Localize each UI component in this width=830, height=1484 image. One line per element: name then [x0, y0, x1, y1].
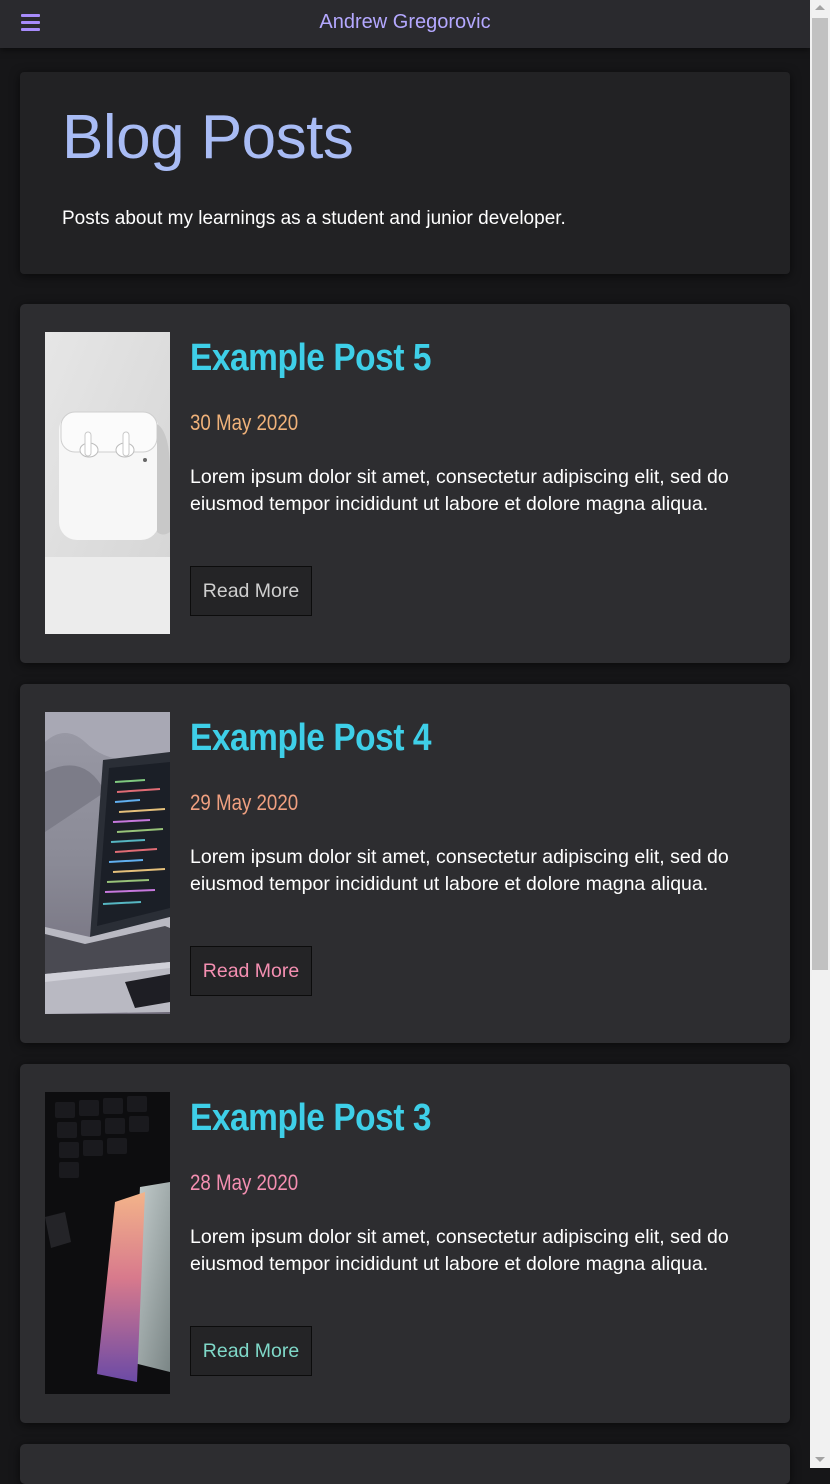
- post-thumbnail-phone[interactable]: [45, 1092, 170, 1394]
- scrollbar-thumb[interactable]: [812, 18, 828, 970]
- post-title[interactable]: Example Post 4: [190, 717, 431, 760]
- blog-header: Blog Posts Posts about my learnings as a…: [20, 72, 790, 274]
- page-title: Blog Posts: [62, 103, 354, 172]
- read-more-button[interactable]: Read More: [190, 566, 312, 616]
- post-card: Example Post 3 28 May 2020 Lorem ipsum d…: [20, 1064, 790, 1423]
- site-title[interactable]: Andrew Gregorovic: [0, 11, 810, 34]
- post-thumbnail-airpods[interactable]: [45, 332, 170, 634]
- post-card: Example Post 5 30 May 2020 Lorem ipsum d…: [20, 304, 790, 663]
- page-subtitle: Posts about my learnings as a student an…: [62, 208, 566, 229]
- post-title[interactable]: Example Post 5: [190, 337, 431, 380]
- post-thumbnail-laptop[interactable]: [45, 712, 170, 1014]
- post-excerpt: Lorem ipsum dolor sit amet, consectetur …: [190, 846, 729, 895]
- post-card-partial: [20, 1444, 790, 1484]
- post-card: Example Post 4 29 May 2020 Lorem ipsum d…: [20, 684, 790, 1043]
- post-excerpt: Lorem ipsum dolor sit amet, consectetur …: [190, 1226, 729, 1275]
- top-navbar: Andrew Gregorovic: [0, 0, 810, 48]
- post-date: 28 May 2020: [190, 1170, 299, 1195]
- scroll-down-arrow-icon[interactable]: [815, 1457, 825, 1462]
- post-excerpt: Lorem ipsum dolor sit amet, consectetur …: [190, 466, 729, 515]
- read-more-button[interactable]: Read More: [190, 1326, 312, 1376]
- post-date: 29 May 2020: [190, 790, 299, 815]
- post-date: 30 May 2020: [190, 410, 299, 435]
- post-title[interactable]: Example Post 3: [190, 1097, 431, 1140]
- scroll-up-arrow-icon[interactable]: [815, 5, 825, 10]
- read-more-button[interactable]: Read More: [190, 946, 312, 996]
